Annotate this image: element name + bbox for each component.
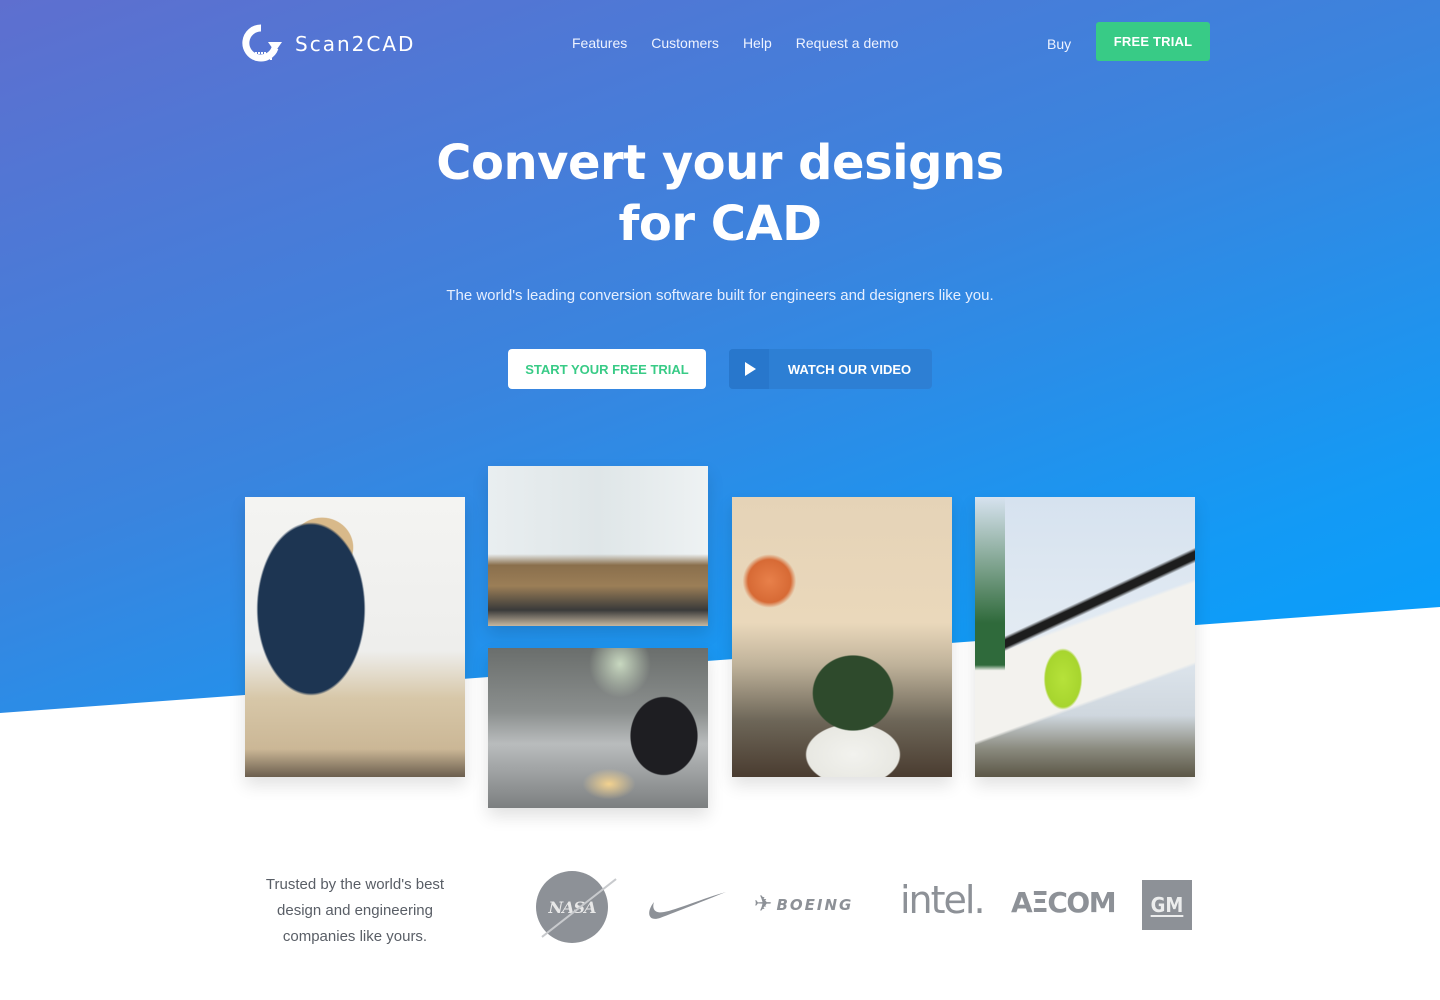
boeing-wing-icon: ✈ [754, 892, 775, 917]
photo-construction-crane [975, 497, 1195, 777]
nasa-logo: NASA [536, 871, 608, 943]
gm-logo: GM [1142, 880, 1192, 930]
nav-links: Features Customers Help Request a demo [572, 35, 898, 51]
hero-title-line-2: for CAD [618, 196, 822, 252]
trusted-text-line-1: Trusted by the world's best [265, 876, 445, 893]
nav-link-request-demo[interactable]: Request a demo [796, 35, 899, 51]
nav-link-features[interactable]: Features [572, 35, 627, 51]
brand-logo[interactable]: Scan2CAD [241, 24, 415, 64]
photo-designer-at-desk [245, 497, 465, 777]
start-free-trial-button[interactable]: START YOUR FREE TRIAL [508, 349, 706, 389]
watch-video-button[interactable]: WATCH OUR VIDEO [729, 349, 932, 389]
nav-link-help[interactable]: Help [743, 35, 772, 51]
boeing-logo-text: BOEING [776, 895, 854, 914]
watch-video-label: WATCH OUR VIDEO [787, 361, 912, 377]
play-icon [729, 349, 769, 389]
trusted-text-line-2: design and engineering [277, 902, 433, 919]
photo-cnc-cutting [488, 648, 708, 808]
free-trial-button[interactable]: FREE TRIAL [1096, 22, 1210, 61]
hero-title-line-1: Convert your designs [436, 135, 1004, 191]
aecom-logo: AΞCOM [1011, 886, 1117, 919]
trusted-text-line-3: companies like yours. [282, 928, 428, 945]
photo-blueprint-review [732, 497, 952, 777]
brand-name: Scan2CAD [295, 32, 416, 56]
hero-title: Convert your designs for CAD [0, 133, 1440, 255]
customer-logos: NASA ✈ BOEING intel. AΞCOM GM [528, 868, 1198, 948]
trusted-by-text: Trusted by the world's best design and e… [245, 872, 465, 950]
scan-arrow-logo-icon [242, 24, 282, 62]
nav-link-customers[interactable]: Customers [651, 35, 719, 51]
top-navigation: Scan2CAD Features Customers Help Request… [0, 0, 1440, 90]
hero-background [0, 0, 1440, 713]
nike-swoosh-logo [649, 892, 726, 919]
hero-subtitle: The world's leading conversion software … [446, 287, 994, 304]
photo-open-office [488, 466, 708, 626]
nasa-logo-text: NASA [548, 897, 596, 917]
nav-link-buy[interactable]: Buy [1047, 36, 1071, 52]
intel-logo: intel. [900, 878, 986, 922]
boeing-logo: ✈ BOEING [754, 892, 853, 917]
